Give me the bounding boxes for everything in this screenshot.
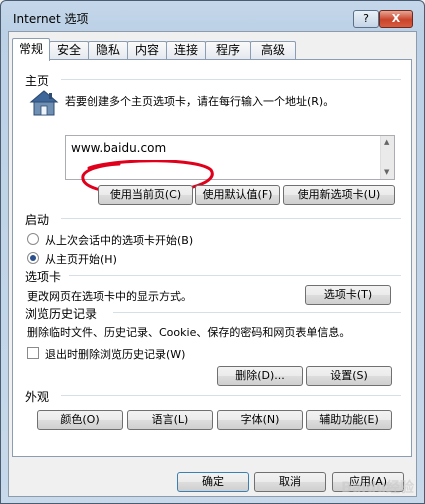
history-group-label: 浏览历史记录 bbox=[25, 307, 98, 321]
homepage-separator bbox=[61, 79, 401, 80]
close-button[interactable]: X bbox=[379, 10, 413, 28]
radio-start-homepage[interactable] bbox=[27, 252, 39, 264]
tabs-separator bbox=[69, 275, 401, 276]
startup-separator bbox=[61, 218, 401, 219]
tab-connections[interactable]: 连接 bbox=[166, 41, 206, 60]
tab-programs[interactable]: 程序 bbox=[205, 41, 251, 60]
appearance-separator bbox=[61, 395, 401, 396]
watermark-text: Baidu经验 bbox=[341, 480, 414, 496]
fonts-button[interactable]: 字体(N) bbox=[217, 410, 303, 430]
tab-content[interactable]: 内容 bbox=[127, 41, 167, 60]
scroll-up-icon[interactable]: ▲ bbox=[384, 138, 389, 146]
ok-button[interactable]: 确定 bbox=[177, 472, 249, 492]
tabs-settings-button[interactable]: 选项卡(T) bbox=[305, 285, 391, 305]
homepage-group-label: 主页 bbox=[25, 74, 50, 88]
history-description: 删除临时文件、历史记录、Cookie、保存的密码和网页表单信息。 bbox=[27, 326, 351, 339]
cancel-button[interactable]: 取消 bbox=[254, 472, 326, 492]
dialog-client-area: 常规 安全 隐私 内容 连接 程序 高级 主页 若要创建多个主页选项卡，请在每行… bbox=[8, 31, 417, 497]
use-default-button[interactable]: 使用默认值(F) bbox=[195, 185, 280, 205]
startup-group-label: 启动 bbox=[25, 213, 50, 227]
general-tab-panel: 主页 若要创建多个主页选项卡，请在每行输入一个地址(R)。 www.baidu.… bbox=[12, 59, 412, 457]
tabs-group-label: 选项卡 bbox=[25, 270, 62, 284]
house-icon bbox=[29, 89, 59, 120]
tab-general[interactable]: 常规 bbox=[12, 38, 50, 61]
internet-options-window: Internet 选项 ? X 常规 安全 隐私 内容 连接 程序 高级 主页 bbox=[0, 0, 425, 504]
delete-history-button[interactable]: 删除(D)... bbox=[217, 366, 303, 386]
homepage-description: 若要创建多个主页选项卡，请在每行输入一个地址(R)。 bbox=[65, 95, 335, 108]
appearance-group-label: 外观 bbox=[25, 390, 50, 404]
url-scrollbar[interactable]: ▲ ▼ bbox=[380, 136, 394, 179]
use-new-tab-button[interactable]: 使用新选项卡(U) bbox=[283, 185, 395, 205]
history-settings-button[interactable]: 设置(S) bbox=[306, 366, 392, 386]
help-button[interactable]: ? bbox=[353, 10, 379, 28]
homepage-url-value: www.baidu.com bbox=[71, 141, 167, 155]
accessibility-button[interactable]: 辅助功能(E) bbox=[306, 410, 392, 430]
colors-button[interactable]: 颜色(O) bbox=[37, 410, 123, 430]
delete-on-exit-label: 退出时删除浏览历史记录(W) bbox=[45, 348, 186, 361]
history-separator bbox=[113, 312, 401, 313]
tab-privacy[interactable]: 隐私 bbox=[88, 41, 128, 60]
tab-security[interactable]: 安全 bbox=[49, 41, 89, 60]
radio-last-session[interactable] bbox=[27, 233, 39, 245]
languages-button[interactable]: 语言(L) bbox=[127, 410, 213, 430]
radio-last-session-label: 从上次会话中的选项卡开始(B) bbox=[45, 234, 194, 247]
tabs-description: 更改网页在选项卡中的显示方式。 bbox=[27, 290, 192, 303]
delete-on-exit-checkbox[interactable] bbox=[27, 347, 39, 359]
radio-start-homepage-label: 从主页开始(H) bbox=[45, 253, 117, 266]
scroll-down-icon[interactable]: ▼ bbox=[384, 168, 389, 176]
title-bar[interactable]: Internet 选项 ? X bbox=[1, 1, 424, 31]
tab-advanced[interactable]: 高级 bbox=[250, 41, 296, 60]
use-current-button[interactable]: 使用当前页(C) bbox=[98, 185, 193, 205]
window-title: Internet 选项 bbox=[13, 12, 89, 26]
